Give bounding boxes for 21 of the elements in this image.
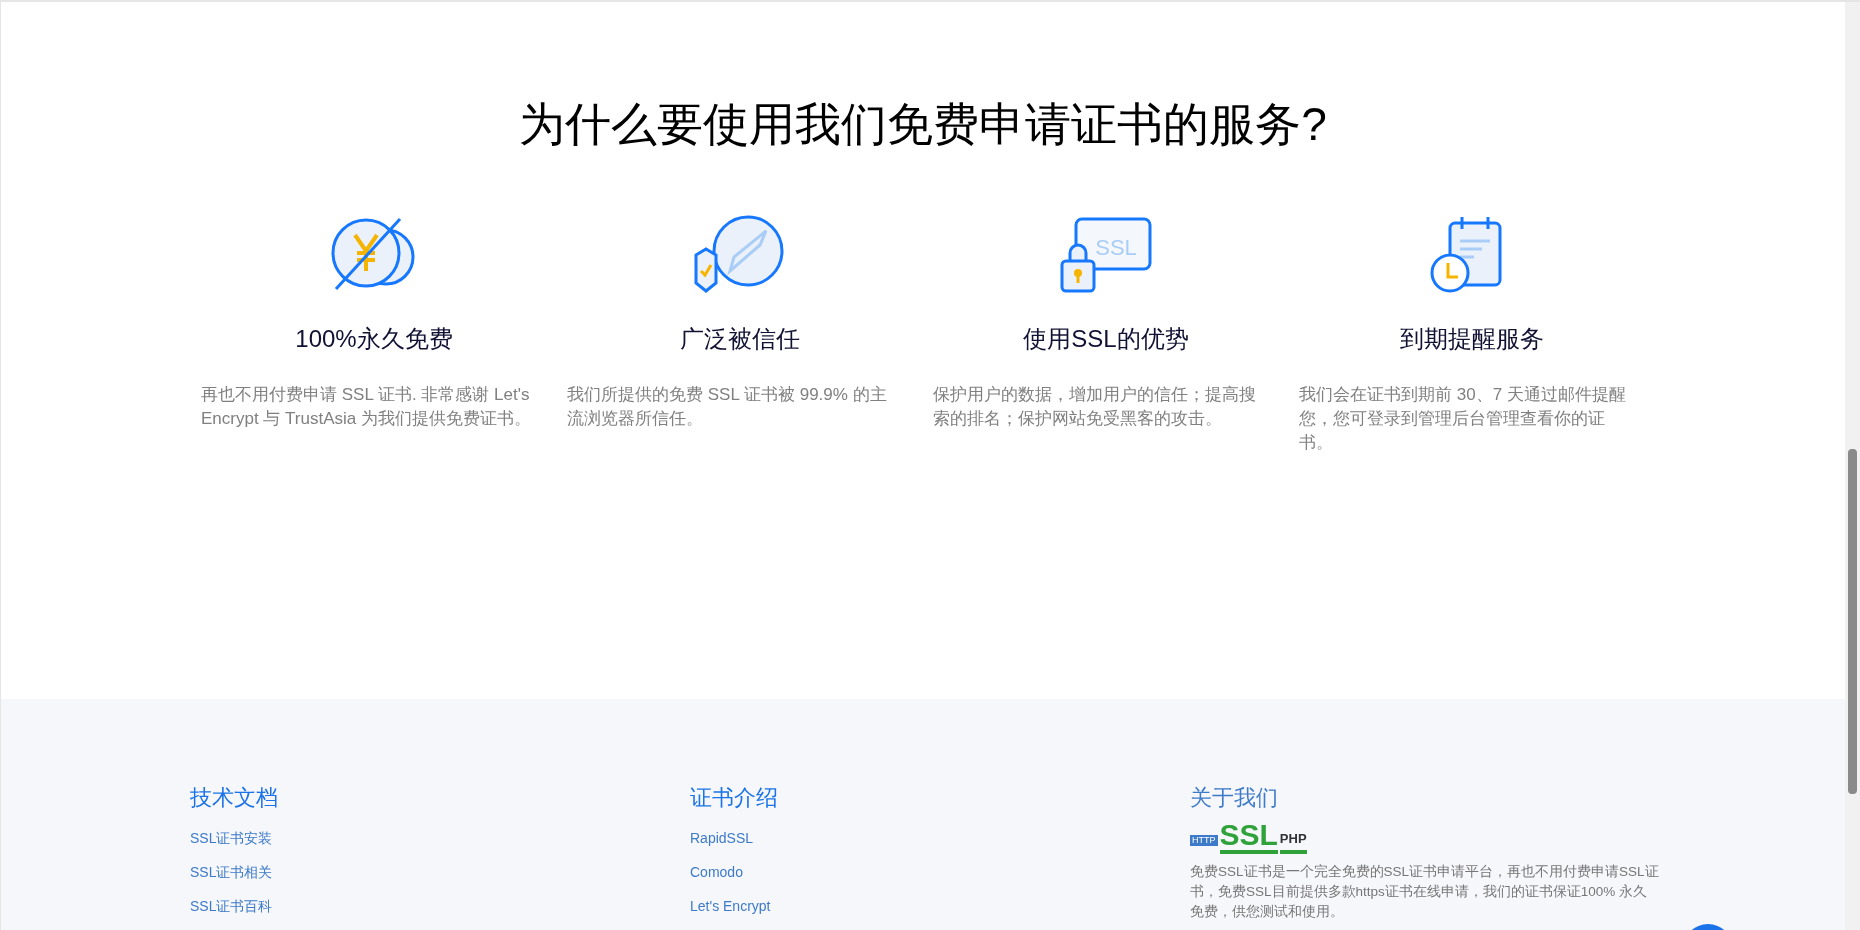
- feature-title: 到期提醒服务: [1400, 324, 1544, 354]
- footer-column-title: 证书介绍: [690, 784, 779, 812]
- shield-compass-icon: [694, 215, 786, 295]
- feature-description: 再也不用付费申请 SSL 证书. 非常感谢 Let's Encrypt 与 TrustAsia 为我们提供免费证书。: [200, 384, 532, 430]
- section-heading: 为什么要使用我们免费申请证书的服务?: [519, 97, 1327, 152]
- about-description: 免费SSL证书是一个完全免费的SSL证书申请平台，再也不用付费申请SSL证书，免费SSL目前提供多款https证书在线申请，我们的证书保证100% 永久免费，供您测试和使用。: [1190, 863, 1660, 921]
- feature-description: 保护用户的数据，增加用户的信任；提高搜索的排名；保护网站免受黑客的攻击。: [932, 384, 1257, 430]
- footer-column-title: 技术文档: [190, 784, 279, 812]
- footer-link[interactable]: RapidSSL: [690, 828, 754, 848]
- feature-title: 100%永久免费: [295, 324, 453, 354]
- site-logo: HTTP SSL PHP: [1190, 824, 1660, 854]
- footer-link[interactable]: SSL证书安装: [190, 828, 273, 848]
- footer-column-title: 关于我们: [1190, 784, 1279, 812]
- footer-link[interactable]: Let's Encrypt: [690, 896, 771, 916]
- feature-description: 我们会在证书到期前 30、7 天通过邮件提醒您，您可登录到管理后台管理查看你的证书。: [1298, 384, 1627, 454]
- feature-title: 广泛被信任: [680, 324, 800, 354]
- footer-link[interactable]: Comodo: [690, 862, 743, 882]
- footer-link[interactable]: SSL证书相关: [190, 862, 273, 882]
- feature-description: 我们所提供的免费 SSL 证书被 99.9% 的主流浏览器所信任。: [566, 384, 888, 430]
- feature-title: 使用SSL的优势: [1023, 324, 1189, 354]
- footer-link[interactable]: SSL证书百科: [190, 896, 273, 916]
